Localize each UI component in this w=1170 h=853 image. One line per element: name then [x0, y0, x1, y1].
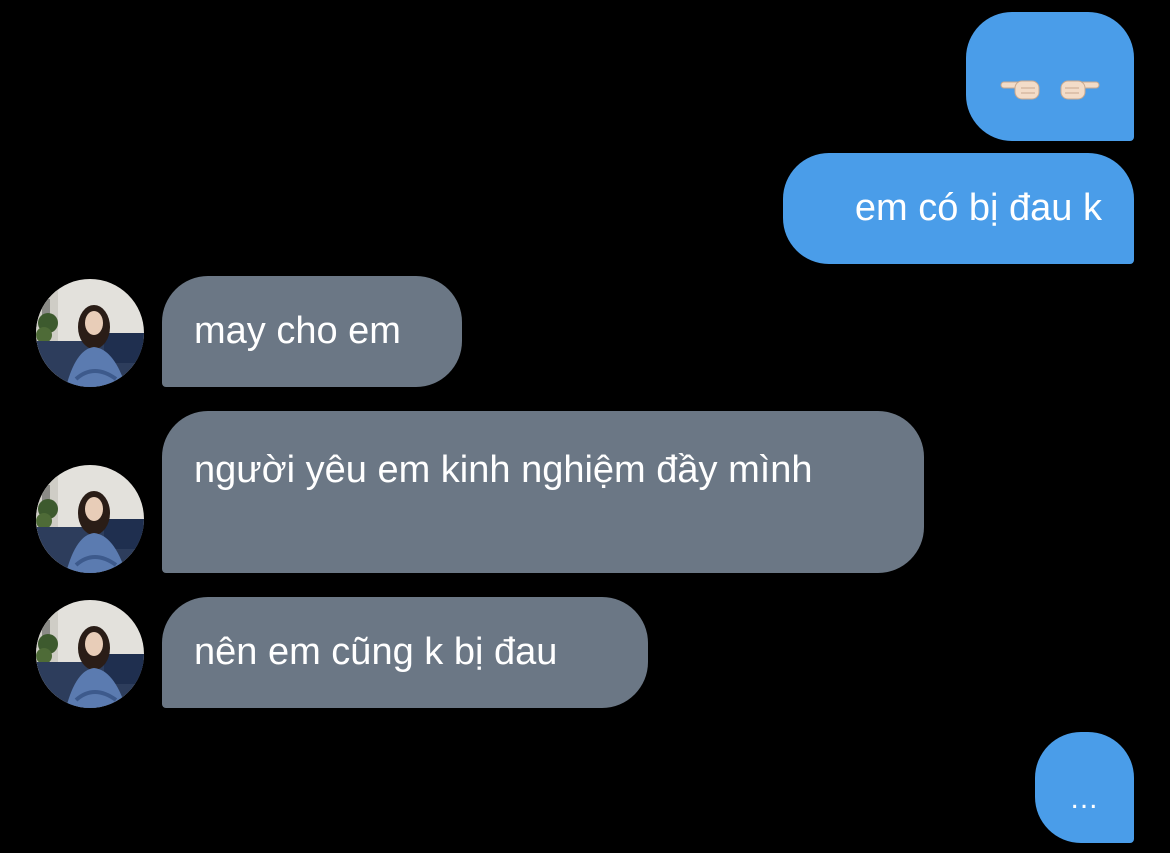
emoji-row — [966, 64, 1134, 114]
message-text: người yêu em kinh nghiệm đầy mình — [194, 449, 813, 491]
message-text: ... — [1070, 782, 1099, 815]
sent-message-bubble[interactable]: ... — [1035, 732, 1134, 843]
contact-avatar[interactable] — [36, 465, 144, 573]
message-text: em có bị đau k — [854, 187, 1102, 229]
sent-message-bubble[interactable]: em có bị đau k — [783, 153, 1134, 264]
pointing-left-hand-icon — [999, 64, 1043, 114]
received-message-bubble[interactable]: nên em cũng k bị đau — [162, 597, 648, 708]
message-text: may cho em — [194, 310, 401, 352]
contact-avatar[interactable] — [36, 600, 144, 708]
message-text: nên em cũng k bị đau — [194, 631, 558, 673]
pointing-right-hand-icon — [1057, 64, 1101, 114]
received-message-bubble[interactable]: may cho em — [162, 276, 462, 387]
contact-avatar[interactable] — [36, 279, 144, 387]
received-message-bubble[interactable]: người yêu em kinh nghiệm đầy mình — [162, 411, 924, 573]
sent-message-bubble[interactable] — [966, 12, 1134, 141]
